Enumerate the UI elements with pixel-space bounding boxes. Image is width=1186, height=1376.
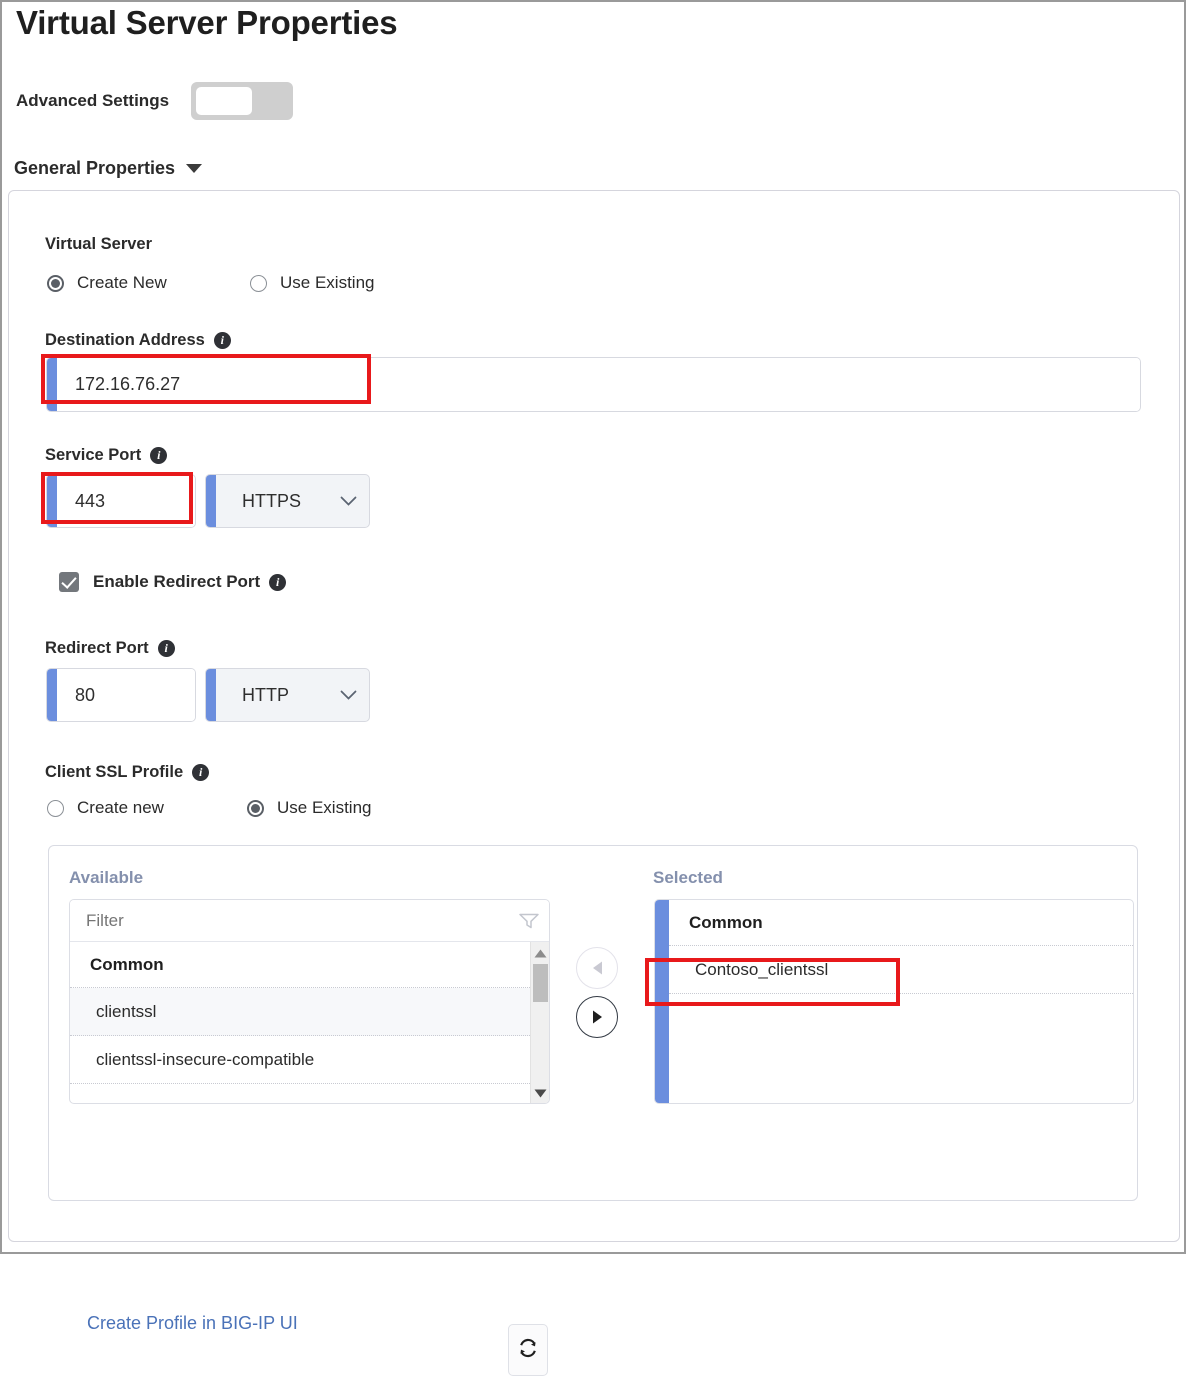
service-port-label: Service Port i — [45, 446, 168, 465]
destination-address-value: 172.16.76.27 — [57, 358, 1140, 411]
available-list-items: Common clientssl clientssl-insecure-comp… — [70, 942, 530, 1103]
available-group-header: Common — [70, 942, 530, 988]
chevron-down-icon — [327, 669, 369, 721]
client-ssl-profile-label-text: Client SSL Profile — [45, 763, 184, 781]
general-properties-label: General Properties — [14, 158, 176, 178]
general-properties-panel: Virtual Server Create New Use Existing D… — [8, 190, 1180, 1376]
client-ssl-option-label: Use Existing — [277, 798, 372, 817]
virtual-server-option-use-existing[interactable]: Use Existing — [250, 273, 374, 293]
virtual-server-option-label: Create New — [77, 273, 167, 292]
scroll-up-arrow-icon[interactable] — [531, 944, 549, 962]
refresh-icon — [518, 1338, 538, 1363]
filter-icon[interactable] — [509, 913, 549, 929]
selected-column-title: Selected — [653, 868, 723, 887]
radio-icon-selected — [47, 274, 64, 292]
available-list-scrollbar[interactable] — [530, 942, 549, 1103]
general-properties-header[interactable]: General Properties — [14, 158, 203, 179]
redirect-port-protocol-value: HTTP — [242, 684, 289, 705]
selected-accent-bar — [655, 900, 669, 1103]
available-list-scroll-area: Common clientssl clientssl-insecure-comp… — [70, 942, 549, 1103]
client-ssl-profile-label: Client SSL Profile i — [45, 763, 210, 782]
service-port-label-text: Service Port — [45, 446, 142, 464]
page-frame: Virtual Server Properties Advanced Setti… — [0, 0, 1186, 1376]
available-column-title: Available — [69, 868, 144, 887]
move-left-button[interactable] — [576, 947, 618, 989]
list-item[interactable]: Contoso_clientssl — [669, 946, 1133, 994]
select-accent-bar — [206, 475, 216, 527]
enable-redirect-port-row[interactable]: Enable Redirect Port i — [59, 572, 287, 592]
info-icon[interactable]: i — [192, 764, 210, 781]
info-icon[interactable]: i — [269, 573, 287, 591]
enable-redirect-port-label-text: Enable Redirect Port — [93, 572, 261, 591]
enable-redirect-port-label: Enable Redirect Port i — [93, 572, 287, 592]
info-icon[interactable]: i — [213, 332, 231, 349]
advanced-settings-toggle[interactable] — [191, 82, 294, 120]
redirect-port-label: Redirect Port i — [45, 639, 175, 658]
selected-group-header: Common — [669, 900, 1133, 946]
service-port-protocol-value: HTTPS — [242, 490, 302, 511]
profile-dual-list: Available Selected Common clientssl clie… — [48, 845, 1138, 1201]
chevron-down-icon — [327, 475, 369, 527]
scrollbar-thumb[interactable] — [533, 964, 548, 1002]
available-filter-row — [70, 900, 549, 942]
field-accent-bar — [47, 475, 57, 527]
move-right-button[interactable] — [576, 996, 618, 1038]
radio-icon-selected — [247, 799, 264, 817]
list-item[interactable]: clientssl — [70, 988, 530, 1036]
enable-redirect-port-checkbox[interactable] — [59, 572, 79, 592]
info-icon[interactable]: i — [150, 447, 168, 464]
radio-icon-unselected — [47, 799, 64, 817]
virtual-server-option-label: Use Existing — [280, 273, 375, 292]
redirect-port-label-text: Redirect Port — [45, 639, 149, 657]
create-profile-link[interactable]: Create Profile in BIG-IP UI — [87, 1313, 298, 1334]
redirect-port-field[interactable]: 80 — [46, 668, 196, 722]
toggle-knob — [196, 87, 253, 115]
selected-list-box: Common Contoso_clientssl — [654, 899, 1134, 1104]
redirect-port-value: 80 — [57, 669, 195, 721]
virtual-server-radio-group: Create New Use Existing — [47, 273, 374, 293]
service-port-field[interactable]: 443 — [46, 474, 196, 528]
field-accent-bar — [47, 358, 57, 411]
field-accent-bar — [47, 669, 57, 721]
destination-address-label: Destination Address i — [45, 331, 231, 350]
client-ssl-profile-radio-group: Create new Use Existing — [47, 798, 371, 818]
selected-list-items: Common Contoso_clientssl — [669, 900, 1133, 1103]
client-ssl-option-use-existing[interactable]: Use Existing — [247, 798, 371, 818]
info-icon[interactable]: i — [157, 640, 175, 657]
virtual-server-label: Virtual Server — [45, 235, 153, 253]
list-item[interactable]: clientssl-insecure-compatible — [70, 1036, 530, 1084]
available-list-box: Common clientssl clientssl-insecure-comp… — [69, 899, 550, 1104]
redirect-port-protocol-select[interactable]: HTTP — [205, 668, 370, 722]
page-title: Virtual Server Properties — [16, 4, 398, 41]
service-port-protocol-select[interactable]: HTTPS — [205, 474, 370, 528]
virtual-server-option-create-new[interactable]: Create New — [47, 273, 250, 293]
scroll-down-arrow-icon[interactable] — [531, 1084, 549, 1102]
refresh-button[interactable] — [508, 1324, 548, 1376]
radio-icon-unselected — [250, 274, 267, 292]
select-accent-bar — [206, 669, 216, 721]
available-filter-input[interactable] — [70, 909, 509, 932]
service-port-value: 443 — [57, 475, 195, 527]
client-ssl-option-label: Create new — [77, 798, 164, 817]
destination-address-label-text: Destination Address — [45, 331, 205, 349]
advanced-settings-row: Advanced Settings — [16, 82, 294, 120]
client-ssl-option-create-new[interactable]: Create new — [47, 798, 247, 818]
advanced-settings-label: Advanced Settings — [16, 91, 170, 110]
chevron-down-icon — [186, 164, 203, 173]
destination-address-field[interactable]: 172.16.76.27 — [46, 357, 1141, 412]
